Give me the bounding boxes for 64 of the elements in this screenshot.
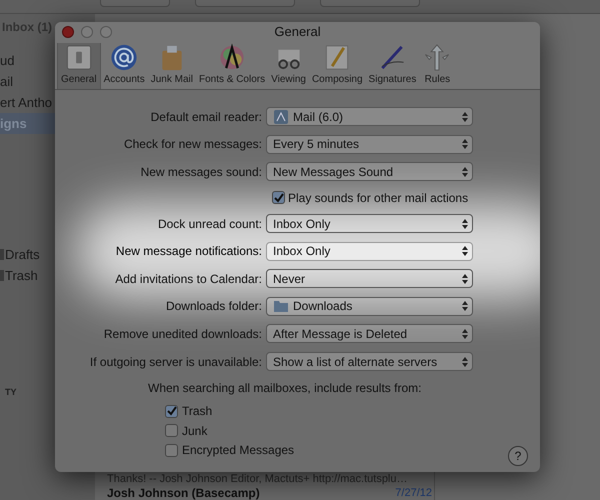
checkbox[interactable]	[165, 444, 178, 457]
sidebar-item[interactable]: ud	[0, 50, 55, 71]
checkbox[interactable]	[165, 424, 178, 438]
sidebar-item[interactable]: Drafts	[0, 244, 55, 265]
checkbox[interactable]	[165, 404, 178, 418]
setting-label: New messages sound:	[140, 164, 263, 181]
popup-button[interactable]: Inbox Only	[266, 214, 473, 234]
popup-button[interactable]: Every 5 minutes	[266, 134, 473, 154]
close-button[interactable]	[62, 26, 74, 38]
at-sign-icon	[109, 43, 140, 72]
setting-label: If outgoing server is unavailable:	[88, 354, 263, 371]
sidebar-item[interactable]: ert Antho	[0, 92, 55, 113]
app-icon	[273, 108, 289, 125]
preferences-tab[interactable]: Junk Mail	[148, 43, 196, 89]
preferences-tab[interactable]: General	[57, 43, 101, 89]
setting-label: Dock unread count:	[156, 216, 263, 233]
updown-arrows-icon	[462, 301, 468, 312]
updown-arrows-icon	[462, 356, 468, 367]
toolbar-button[interactable]	[195, 0, 295, 7]
checkbox[interactable]	[272, 191, 285, 204]
setting-label: Check for new messages:	[122, 136, 263, 154]
checkbox-label: Encrypted Messages	[182, 442, 294, 460]
message-date: 7/27/12	[395, 486, 432, 500]
updown-arrows-icon	[462, 139, 468, 150]
window-title: General	[274, 23, 321, 42]
updown-arrows-icon	[462, 112, 468, 122]
checkmark-icon	[166, 406, 176, 416]
sidebar-item[interactable]: Trash	[0, 265, 55, 286]
setting-label: Remove unedited downloads:	[102, 326, 263, 343]
checkbox-label: Play sounds for other mail actions	[288, 190, 468, 207]
updown-arrows-icon	[462, 328, 468, 339]
popup-button[interactable]: New Messages Sound	[266, 162, 473, 182]
checkbox-label: Trash	[182, 403, 212, 420]
checkbox-label: Junk	[182, 422, 208, 440]
popup-button[interactable]: After Message is Deleted	[266, 324, 473, 344]
popup-button[interactable]: Downloads	[266, 296, 473, 316]
preferences-tab[interactable]: Viewing	[268, 43, 309, 89]
preferences-tab[interactable]: Fonts & Colors	[196, 43, 268, 89]
preferences-tab[interactable]: Rules	[419, 43, 456, 89]
minimize-button[interactable]	[81, 26, 93, 38]
setting-label: Downloads folder:	[164, 298, 263, 316]
sidebar-item[interactable]: ail	[0, 71, 55, 92]
checkmark-icon	[274, 192, 284, 203]
setting-label: Default email reader:	[150, 108, 263, 126]
popup-button[interactable]: Inbox Only	[266, 242, 473, 261]
updown-arrows-icon	[462, 246, 468, 256]
preferences-tab[interactable]: Composing	[308, 43, 366, 89]
preferences-tab[interactable]: Accounts	[100, 43, 148, 89]
setting-label: New message notifications:	[114, 243, 263, 260]
preferences-tab[interactable]: Signatures	[366, 43, 420, 89]
section-label: TY	[4, 386, 18, 399]
updown-arrows-icon	[462, 218, 468, 229]
message-sender: Josh Johnson (Basecamp)	[107, 486, 260, 500]
updown-arrows-icon	[462, 166, 468, 177]
zoom-button[interactable]	[100, 26, 112, 38]
updown-arrows-icon	[462, 274, 468, 284]
help-button[interactable]: ?	[508, 446, 528, 466]
popup-button[interactable]: Never	[266, 269, 473, 288]
search-section-label: When searching all mailboxes, include results from:	[147, 380, 422, 398]
setting-label: Add invitations to Calendar:	[114, 270, 263, 288]
toolbar-button[interactable]	[320, 0, 420, 7]
toolbar-button[interactable]	[100, 0, 170, 7]
popup-button[interactable]: Mail (6.0)	[266, 107, 473, 126]
popup-button[interactable]: Show a list of alternate servers	[266, 352, 473, 372]
